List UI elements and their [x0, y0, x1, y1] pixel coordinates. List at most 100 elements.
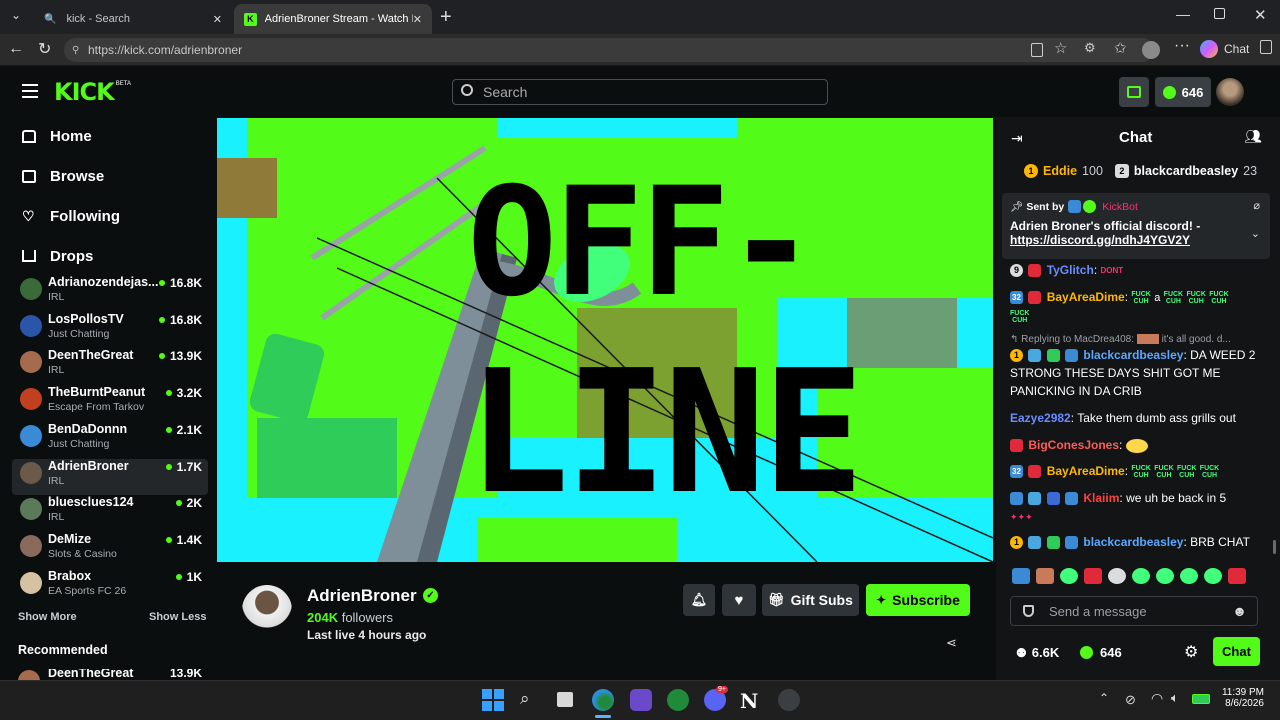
favorites-icon[interactable]: ✩ — [1114, 39, 1127, 57]
sidebar-channel[interactable]: DeMize Slots & Casino 1.4K — [12, 532, 208, 568]
search-input[interactable]: Search — [452, 79, 828, 105]
sidebar-channel[interactable]: Brabox EA Sports FC 26 1K — [12, 569, 208, 605]
emoji-picker-icon[interactable]: ☻ — [1232, 603, 1247, 619]
wallet-button[interactable] — [1119, 77, 1149, 107]
sparkle-icon: ✦ — [876, 593, 887, 607]
follow-button[interactable]: ♥ — [722, 584, 756, 616]
hide-pin-icon[interactable]: ⌀ — [1253, 199, 1260, 212]
app-icon[interactable] — [630, 689, 652, 711]
gift-subs-button[interactable]: 🎁︎ Gift Subs — [762, 584, 859, 616]
expand-pin-icon[interactable]: ⌄ — [1251, 227, 1260, 240]
gem-badge-icon — [1028, 264, 1042, 278]
sidebar-toggle-icon[interactable] — [1260, 40, 1272, 54]
channel-name: Adrianozendejas... — [48, 275, 159, 289]
steam-icon[interactable] — [778, 689, 800, 711]
hamburger-menu-icon[interactable] — [22, 84, 38, 98]
task-view-icon[interactable] — [557, 692, 573, 707]
emote-fuck-cuh: FUCK CUH — [1177, 464, 1197, 479]
maximize-button[interactable] — [1214, 8, 1225, 19]
nav-following[interactable]: ♡ Following — [22, 202, 120, 230]
clock[interactable]: 11:39 PM 8/6/2026 — [1218, 687, 1264, 709]
tab-list-button[interactable]: ⌄ — [6, 8, 26, 26]
chat-username[interactable]: BigConesJones — [1028, 438, 1119, 452]
pin-icon: 📌︎ — [1010, 201, 1024, 213]
search-icon[interactable]: ⌕ — [520, 689, 542, 711]
chat-message: Klaiim: we uh be back in 5 ✦✦✦ — [1010, 491, 1227, 522]
live-dot-icon — [158, 353, 165, 360]
pinned-message[interactable]: 📌︎ Sent by KickBot Adrien Broner's offic… — [1002, 193, 1270, 259]
channel-name[interactable]: AdrienBroner — [307, 586, 417, 606]
edge-browser-icon[interactable] — [592, 689, 614, 711]
sidebar-channel[interactable]: AdrienBroner IRL 1.7K — [12, 458, 208, 495]
sidebar-channel[interactable]: BenDaDonnn Just Chatting 2.1K — [12, 422, 208, 458]
chat-username[interactable]: BayAreaDime — [1047, 464, 1125, 478]
notion-icon[interactable]: N — [740, 689, 762, 713]
emote — [1156, 568, 1174, 584]
sidebar-channel[interactable]: LosPollosTV Just Chatting 16.8K — [12, 312, 208, 348]
volume-icon[interactable]: 🔈︎ — [1171, 690, 1179, 706]
kick-logo[interactable]: KICK BETA — [54, 78, 131, 106]
pinned-link[interactable]: https://discord.gg/ndhJ4YGV2Y — [1010, 233, 1262, 247]
chat-settings-icon[interactable]: ⚙ — [1184, 642, 1198, 662]
sidebar-channel[interactable]: bluesclues124 IRL 2K — [12, 495, 208, 531]
tray-chevron-icon[interactable]: ⌃ — [1099, 691, 1109, 705]
user-avatar[interactable] — [1216, 78, 1244, 106]
chat-message: BigConesJones: — [1010, 436, 1260, 454]
chat-users-icon[interactable]: 👥︎ — [1244, 128, 1262, 145]
chat-username[interactable]: Klaiim — [1083, 491, 1119, 505]
sidebar-channel[interactable]: DeenTheGreat IRL 13.9K — [12, 348, 208, 384]
chat-kicks-balance[interactable]: 646 — [1080, 645, 1122, 660]
windows-start-icon[interactable] — [482, 689, 504, 711]
favorite-star-icon[interactable]: ☆ — [1054, 39, 1067, 57]
close-window-button[interactable]: ✕ — [1254, 6, 1267, 24]
extensions-icon[interactable]: ⚙ — [1084, 40, 1096, 56]
nav-browse[interactable]: Browse — [22, 162, 104, 190]
emote-fuck-cuh: FUCK CUH — [1163, 290, 1184, 305]
channel-avatar[interactable] — [242, 585, 292, 635]
copilot-button[interactable]: Chat — [1200, 40, 1249, 58]
send-chat-button[interactable]: Chat — [1213, 637, 1260, 666]
sidebar-channel[interactable]: Adrianozendejas... IRL 16.8K — [12, 275, 208, 311]
xbox-icon[interactable] — [667, 689, 689, 711]
chat-input[interactable]: Send a message ☻ — [1010, 596, 1258, 626]
leader-score: 100 — [1082, 164, 1103, 178]
tray-icon[interactable]: ⊘ — [1125, 692, 1136, 708]
chat-username[interactable]: BayAreaDime — [1047, 290, 1125, 304]
back-icon[interactable]: ← — [8, 40, 24, 58]
viewer-count: 1.4K — [165, 533, 202, 547]
chat-username[interactable]: Eazye2982 — [1010, 411, 1071, 425]
tab-kick-search[interactable]: 🔍 kick - Search ✕ — [34, 4, 232, 34]
chat-username[interactable]: TyGlitch — [1047, 263, 1094, 277]
more-menu-icon[interactable]: ··· — [1174, 37, 1190, 55]
close-icon[interactable]: ✕ — [213, 13, 222, 26]
show-less-button[interactable]: Show Less — [149, 611, 206, 623]
tab-adrienbroner[interactable]: K AdrienBroner Stream - Watch Live ✕ — [234, 4, 432, 34]
nav-home[interactable]: Home — [22, 122, 92, 150]
show-more-button[interactable]: Show More — [18, 611, 77, 623]
video-player[interactable]: OFF- LINE — [217, 118, 993, 562]
address-bar[interactable]: ⚲ https://kick.com/adrienbroner — [64, 38, 1154, 62]
channel-name: Brabox — [48, 568, 92, 583]
refresh-icon[interactable]: ↻ — [38, 39, 51, 59]
recommended-channel[interactable]: DeenTheGreat 13.9K — [18, 669, 202, 680]
site-info-icon[interactable]: ⚲ — [72, 45, 79, 56]
notification-badge: 9+ — [716, 686, 728, 693]
nav-drops[interactable]: Drops — [22, 242, 93, 270]
kicks-balance-button[interactable]: 646 — [1155, 77, 1211, 107]
notifications-button[interactable]: 🔔︎ — [683, 584, 715, 616]
share-icon[interactable]: ⋖ — [946, 635, 957, 651]
subscribe-button[interactable]: ✦ Subscribe — [866, 584, 970, 616]
minimize-button[interactable]: — — [1176, 6, 1190, 22]
profile-avatar[interactable] — [1142, 41, 1160, 59]
battery-icon[interactable] — [1192, 694, 1210, 704]
reader-icon[interactable] — [1031, 43, 1043, 57]
wifi-icon[interactable]: ◠ — [1151, 690, 1163, 707]
new-tab-button[interactable]: + — [440, 6, 452, 29]
chat-username[interactable]: blackcardbeasley — [1083, 535, 1183, 549]
channel-name: LosPollosTV — [48, 311, 124, 326]
chat-scrollbar[interactable] — [1273, 540, 1276, 554]
sidebar-channel[interactable]: TheBurntPeanut Escape From Tarkov 3.2K — [12, 385, 208, 421]
close-icon[interactable]: ✕ — [413, 13, 422, 26]
collapse-chat-icon[interactable]: ⇥ — [1011, 130, 1023, 147]
chat-username[interactable]: blackcardbeasley — [1083, 348, 1183, 362]
